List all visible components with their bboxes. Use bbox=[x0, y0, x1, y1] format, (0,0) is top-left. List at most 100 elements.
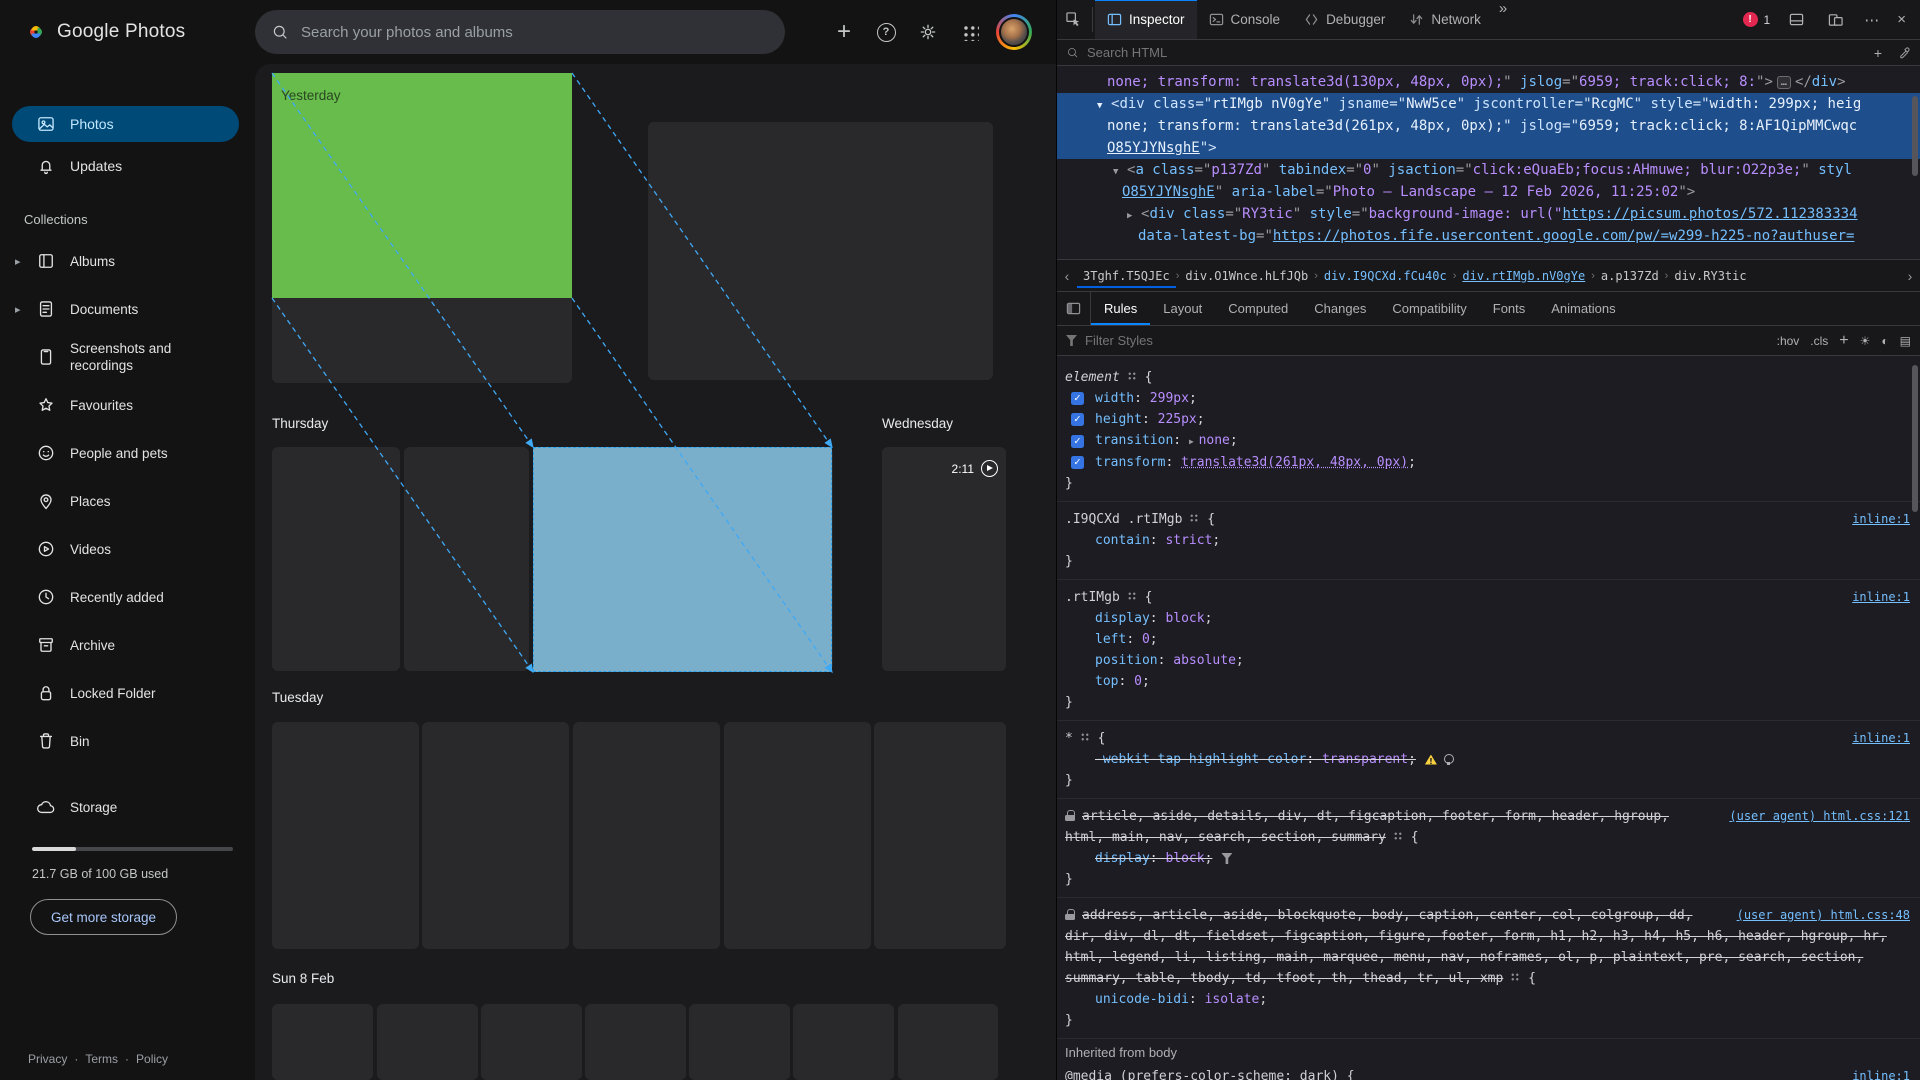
privacy-link[interactable]: Privacy bbox=[28, 1052, 67, 1066]
sidebar-item-places[interactable]: Places bbox=[0, 481, 255, 521]
sidebar-item-archive[interactable]: Archive bbox=[0, 625, 255, 665]
breadcrumb-back-arrow[interactable]: ‹ bbox=[1057, 268, 1077, 284]
sidebar-item-albums[interactable]: ▸ Albums bbox=[0, 241, 255, 281]
markup-line[interactable]: O85YJYNsghE"> bbox=[1057, 137, 1920, 159]
sidebar-item-photos[interactable]: Photos bbox=[12, 106, 239, 142]
sidebar-tab-animations[interactable]: Animations bbox=[1538, 292, 1628, 325]
selector-highlighter-icon[interactable] bbox=[1189, 513, 1200, 523]
breadcrumb-item[interactable]: div.RY3tic bbox=[1668, 264, 1752, 288]
markup-line[interactable]: O85YJYNsghE" aria-label="Photo – Landsca… bbox=[1057, 181, 1920, 203]
policy-link[interactable]: Policy bbox=[118, 1052, 168, 1066]
sidebar-item-people-pets[interactable]: People and pets bbox=[0, 433, 255, 473]
breadcrumb-item[interactable]: 3Tghf.T5QJEc bbox=[1077, 264, 1176, 288]
photo-tile[interactable] bbox=[272, 722, 419, 949]
rule-selector[interactable]: * bbox=[1065, 731, 1073, 746]
sidebar-tab-layout[interactable]: Layout bbox=[1150, 292, 1215, 325]
filter-styles-input[interactable] bbox=[1085, 333, 1769, 348]
sidebar-tab-changes[interactable]: Changes bbox=[1301, 292, 1379, 325]
photo-tile[interactable] bbox=[898, 1004, 998, 1080]
more-tabs-button[interactable]: » bbox=[1493, 0, 1513, 39]
css-declaration[interactable]: ✓ height: 225px; bbox=[1065, 409, 1910, 430]
photo-tile[interactable] bbox=[272, 447, 400, 671]
breadcrumb-item[interactable]: div.O1Wnce.hLfJQb bbox=[1179, 264, 1314, 288]
light-scheme-simulation-button[interactable]: ☀ bbox=[1860, 334, 1871, 348]
declaration-checkbox[interactable]: ✓ bbox=[1071, 434, 1084, 448]
sidebar-tab-computed[interactable]: Computed bbox=[1215, 292, 1301, 325]
rule-selector[interactable]: .rtIMgb bbox=[1065, 590, 1120, 605]
css-declaration[interactable]: display: block; bbox=[1065, 848, 1910, 869]
rule-selector[interactable]: element bbox=[1065, 370, 1120, 385]
expand-caret-icon[interactable]: ▸ bbox=[15, 255, 21, 268]
sidebar-tab-fonts[interactable]: Fonts bbox=[1480, 292, 1539, 325]
selector-highlighter-icon[interactable] bbox=[1510, 972, 1521, 982]
photo-tile[interactable] bbox=[874, 722, 1006, 949]
rule-source-link[interactable]: inline:1 bbox=[1852, 1066, 1910, 1080]
settings-button[interactable] bbox=[912, 16, 944, 48]
breadcrumb-item[interactable]: div.I9QCXd.fCu40c bbox=[1318, 264, 1453, 288]
photo-tile[interactable] bbox=[422, 722, 569, 949]
rule-selector[interactable]: .I9QCXd .rtIMgb bbox=[1065, 512, 1182, 527]
help-button[interactable]: ? bbox=[870, 16, 902, 48]
css-declaration[interactable]: top: 0; bbox=[1065, 671, 1910, 692]
sidebar-item-updates[interactable]: Updates bbox=[12, 148, 239, 184]
css-declaration[interactable]: position: absolute; bbox=[1065, 650, 1910, 671]
markup-scrollbar[interactable] bbox=[1912, 96, 1918, 176]
sidebar-item-storage[interactable]: Storage bbox=[0, 787, 255, 827]
markup-line[interactable]: ▼ <a class="p137Zd" tabindex="0" jsaction… bbox=[1057, 159, 1920, 181]
split-console-button[interactable] bbox=[1780, 12, 1813, 27]
markup-line[interactable]: none; transform: translate3d(261px, 48px… bbox=[1057, 115, 1920, 137]
photos-search-bar[interactable] bbox=[255, 10, 785, 54]
photo-tile[interactable] bbox=[481, 1004, 582, 1080]
breadcrumb-item[interactable]: div.rtIMgb.nV0gYe bbox=[1456, 264, 1591, 288]
photo-tile[interactable] bbox=[689, 1004, 790, 1080]
toggle-pseudo-classes-button[interactable]: :hov bbox=[1777, 334, 1800, 348]
selector-highlighter-icon[interactable] bbox=[1126, 371, 1137, 381]
sidebar-item-bin[interactable]: Bin bbox=[0, 721, 255, 761]
selector-highlighter-icon[interactable] bbox=[1126, 591, 1137, 601]
tab-inspector[interactable]: Inspector bbox=[1095, 0, 1197, 39]
photo-tile[interactable] bbox=[272, 1004, 373, 1080]
pick-element-button[interactable] bbox=[1057, 0, 1090, 39]
account-button[interactable] bbox=[996, 14, 1032, 50]
css-declaration[interactable]: contain: strict; bbox=[1065, 530, 1910, 551]
toggle-classes-button[interactable]: .cls bbox=[1810, 334, 1828, 348]
photo-tile[interactable] bbox=[573, 722, 720, 949]
rule-source-link[interactable]: (user agent) html.css:121 bbox=[1729, 806, 1910, 827]
sidebar-item-screenshots[interactable]: Screenshots and recordings bbox=[0, 337, 255, 377]
photo-tile[interactable] bbox=[377, 1004, 478, 1080]
rule-source-link[interactable]: inline:1 bbox=[1852, 728, 1910, 749]
tab-console[interactable]: Console bbox=[1197, 0, 1293, 39]
sidebar-dock-button[interactable] bbox=[1057, 292, 1091, 325]
declaration-checkbox[interactable]: ✓ bbox=[1071, 456, 1084, 469]
markup-line[interactable]: none; transform: translate3d(130px, 48px… bbox=[1057, 71, 1920, 93]
print-media-simulation-button[interactable]: ▤ bbox=[1900, 334, 1911, 348]
rule-source-link[interactable]: (user agent) html.css:48 bbox=[1737, 905, 1910, 926]
dark-scheme-simulation-button[interactable]: ◐ bbox=[1881, 334, 1888, 348]
rules-scrollbar[interactable] bbox=[1912, 365, 1918, 512]
get-more-storage-button[interactable]: Get more storage bbox=[30, 899, 178, 935]
markup-line[interactable]: ▶ <div class="RY3tic" style="background-i… bbox=[1057, 203, 1920, 225]
sidebar-item-locked-folder[interactable]: Locked Folder bbox=[0, 673, 255, 713]
add-rule-button[interactable]: + bbox=[1839, 332, 1848, 350]
css-declaration[interactable]: unicode-bidi: isolate; bbox=[1065, 989, 1910, 1010]
google-photos-logo[interactable]: Google Photos bbox=[24, 20, 185, 44]
markup-line[interactable]: data-latest-bg="https://photos.fife.user… bbox=[1057, 225, 1920, 247]
sidebar-item-recently-added[interactable]: Recently added bbox=[0, 577, 255, 617]
declaration-checkbox[interactable]: ✓ bbox=[1071, 392, 1084, 405]
devtools-menu-button[interactable]: ⋯ bbox=[1858, 11, 1885, 29]
rule-selector[interactable]: article, aside, details, div, dt, figcap… bbox=[1065, 809, 1669, 845]
upload-button[interactable]: + bbox=[828, 16, 860, 48]
photo-tile[interactable] bbox=[404, 447, 529, 671]
sidebar-tab-compatibility[interactable]: Compatibility bbox=[1379, 292, 1479, 325]
css-declaration[interactable]: left: 0; bbox=[1065, 629, 1910, 650]
tab-network[interactable]: Network bbox=[1397, 0, 1493, 39]
sidebar-tab-rules[interactable]: Rules bbox=[1091, 292, 1150, 325]
css-declaration[interactable]: display: block; bbox=[1065, 608, 1910, 629]
selector-highlighter-icon[interactable] bbox=[1079, 732, 1090, 742]
css-declaration[interactable]: ✓ transform: translate3d(261px, 48px, 0px… bbox=[1065, 452, 1910, 473]
tab-debugger[interactable]: Debugger bbox=[1292, 0, 1397, 39]
markup-line[interactable]: ▼ <div class="rtIMgb nV0gYe" jsname="NwW5… bbox=[1057, 93, 1920, 115]
sidebar-item-documents[interactable]: ▸ Documents bbox=[0, 289, 255, 329]
sidebar-item-favourites[interactable]: Favourites bbox=[0, 385, 255, 425]
selector-highlighter-icon[interactable] bbox=[1392, 831, 1403, 841]
